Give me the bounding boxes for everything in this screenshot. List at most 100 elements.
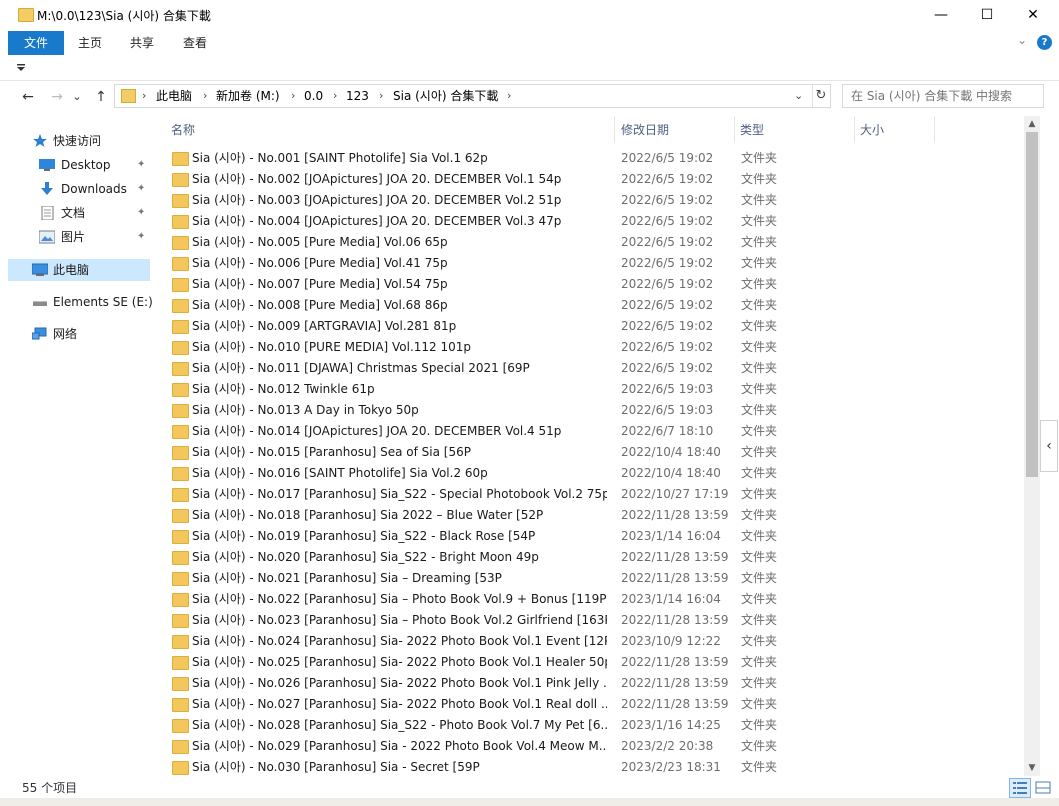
file-row[interactable]: Sia (시아) - No.010 [PURE MEDIA] Vol.112 1… (158, 337, 1024, 358)
forward-button[interactable]: → (46, 87, 68, 107)
refresh-button[interactable]: ↻ (812, 85, 829, 107)
file-row[interactable]: Sia (시아) - No.024 [Paranhosu] Sia- 2022 … (158, 631, 1024, 652)
file-row[interactable]: Sia (시아) - No.014 [JOApictures] JOA 20. … (158, 421, 1024, 442)
file-row[interactable]: Sia (시아) - No.006 [Pure Media] Vol.41 75… (158, 253, 1024, 274)
minimize-button[interactable]: — (918, 0, 964, 30)
file-name: Sia (시아) - No.002 [JOApictures] JOA 20. … (192, 172, 562, 186)
breadcrumb-separator[interactable]: › (379, 87, 383, 105)
sidebar-item-quick-access[interactable]: 快速访问 (0, 130, 150, 152)
file-row[interactable]: Sia (시아) - No.016 [SAINT Photolife] Sia … (158, 463, 1024, 484)
sidebar-item-downloads[interactable]: Downloads ✦ (0, 178, 150, 200)
customize-toolbar-icon[interactable] (16, 64, 26, 72)
file-row[interactable]: Sia (시아) - No.008 [Pure Media] Vol.68 86… (158, 295, 1024, 316)
file-type: 文件夹 (741, 193, 778, 207)
file-row[interactable]: Sia (시아) - No.001 [SAINT Photolife] Sia … (158, 148, 1024, 169)
scroll-down-arrow-icon[interactable]: ▼ (1024, 760, 1040, 776)
file-row[interactable]: Sia (시아) - No.027 [Paranhosu] Sia- 2022 … (158, 694, 1024, 715)
breadcrumb-separator[interactable]: › (507, 87, 511, 105)
help-icon[interactable]: ? (1037, 35, 1052, 50)
up-button[interactable]: ↑ (90, 87, 112, 107)
breadcrumb-folder-0-0[interactable]: 0.0 (304, 87, 323, 105)
file-date-modified: 2022/10/4 18:40 (621, 466, 721, 480)
file-row[interactable]: Sia (시아) - No.015 [Paranhosu] Sea of Sia… (158, 442, 1024, 463)
file-row[interactable]: Sia (시아) - No.013 A Day in Tokyo 50p 2022… (158, 400, 1024, 421)
tab-file[interactable]: 文件 (8, 31, 64, 55)
file-row[interactable]: Sia (시아) - No.004 [JOApictures] JOA 20. … (158, 211, 1024, 232)
sidebar-item-pictures[interactable]: 图片 ✦ (0, 226, 150, 248)
close-button[interactable]: ✕ (1010, 0, 1056, 30)
address-bar[interactable]: › 此电脑 › 新加卷 (M:) › 0.0 › 123 › Sia (시아) … (114, 84, 831, 108)
file-row[interactable]: Sia (시아) - No.005 [Pure Media] Vol.06 65… (158, 232, 1024, 253)
vertical-scrollbar[interactable]: ▲ ▼ (1024, 116, 1040, 776)
file-row[interactable]: Sia (시아) - No.009 [ARTGRAVIA] Vol.281 81… (158, 316, 1024, 337)
folder-icon (172, 425, 189, 439)
file-name: Sia (시아) - No.004 [JOApictures] JOA 20. … (192, 214, 562, 228)
column-divider[interactable] (614, 116, 615, 142)
file-row[interactable]: Sia (시아) - No.026 [Paranhosu] Sia- 2022 … (158, 673, 1024, 694)
preview-pane-toggle[interactable]: ‹ (1040, 420, 1058, 472)
breadcrumb-folder-123[interactable]: 123 (346, 87, 369, 105)
tab-home[interactable]: 主页 (68, 31, 112, 55)
breadcrumb-this-pc[interactable]: 此电脑 (156, 87, 192, 105)
folder-icon (172, 530, 189, 544)
tab-view[interactable]: 查看 (173, 31, 217, 55)
file-row[interactable]: Sia (시아) - No.030 [Paranhosu] Sia - Secr… (158, 757, 1024, 776)
sidebar-item-this-pc[interactable]: 此电脑 (8, 259, 150, 281)
sidebar-item-elements-drive[interactable]: Elements SE (E:) (0, 291, 153, 313)
large-icons-view-button[interactable] (1032, 778, 1054, 798)
sidebar-item-documents[interactable]: 文档 ✦ (0, 202, 150, 224)
breadcrumb-drive[interactable]: 新加卷 (M:) (216, 87, 280, 105)
breadcrumb-separator[interactable]: › (291, 87, 295, 105)
file-row[interactable]: Sia (시아) - No.011 [DJAWA] Christmas Spec… (158, 358, 1024, 379)
file-row[interactable]: Sia (시아) - No.029 [Paranhosu] Sia - 2022… (158, 736, 1024, 757)
address-dropdown-icon[interactable]: ⌄ (794, 87, 803, 105)
file-name: Sia (시아) - No.030 [Paranhosu] Sia - Secr… (192, 760, 480, 774)
file-row[interactable]: Sia (시아) - No.019 [Paranhosu] Sia_S22 - … (158, 526, 1024, 547)
breadcrumb-current-folder[interactable]: Sia (시아) 合集下載 (393, 87, 498, 105)
file-row[interactable]: Sia (시아) - No.028 [Paranhosu] Sia_S22 - … (158, 715, 1024, 736)
column-divider[interactable] (934, 116, 935, 142)
file-row[interactable]: Sia (시아) - No.022 [Paranhosu] Sia – Phot… (158, 589, 1024, 610)
search-input[interactable] (849, 87, 1043, 105)
file-type: 文件夹 (741, 403, 778, 417)
file-row[interactable]: Sia (시아) - No.021 [Paranhosu] Sia – Drea… (158, 568, 1024, 589)
scrollbar-thumb[interactable] (1026, 132, 1038, 477)
file-row[interactable]: Sia (시아) - No.002 [JOApictures] JOA 20. … (158, 169, 1024, 190)
tab-share[interactable]: 共享 (120, 31, 164, 55)
file-row[interactable]: Sia (시아) - No.007 [Pure Media] Vol.54 75… (158, 274, 1024, 295)
file-row[interactable]: Sia (시아) - No.023 [Paranhosu] Sia – Phot… (158, 610, 1024, 631)
file-row[interactable]: Sia (시아) - No.025 [Paranhosu] Sia- 2022 … (158, 652, 1024, 673)
back-button[interactable]: ← (17, 87, 39, 107)
column-header-size[interactable]: 大小 (860, 118, 930, 142)
file-row[interactable]: Sia (시아) - No.012 Twinkle 61p 2022/6/5 19… (158, 379, 1024, 400)
file-date-modified: 2022/6/5 19:02 (621, 193, 714, 207)
file-row[interactable]: Sia (시아) - No.003 [JOApictures] JOA 20. … (158, 190, 1024, 211)
search-box[interactable] (842, 84, 1044, 108)
recent-locations-button[interactable]: ⌄ (70, 87, 84, 107)
column-header-type[interactable]: 类型 (740, 118, 850, 142)
folder-icon (172, 194, 189, 208)
file-name: Sia (시아) - No.024 [Paranhosu] Sia- 2022 … (192, 634, 607, 648)
file-row[interactable]: Sia (시아) - No.017 [Paranhosu] Sia_S22 - … (158, 484, 1024, 505)
folder-icon (172, 236, 189, 250)
column-header-name[interactable]: 名称 (171, 118, 611, 142)
sidebar-item-desktop[interactable]: Desktop ✦ (0, 154, 150, 176)
file-row[interactable]: Sia (시아) - No.018 [Paranhosu] Sia 2022 –… (158, 505, 1024, 526)
maximize-button[interactable]: ☐ (964, 0, 1010, 30)
column-divider[interactable] (734, 116, 735, 142)
document-icon (41, 206, 54, 220)
breadcrumb-separator[interactable]: › (333, 87, 337, 105)
sidebar-item-network[interactable]: 网络 (0, 323, 150, 345)
file-date-modified: 2023/10/9 12:22 (621, 634, 721, 648)
file-date-modified: 2022/6/5 19:02 (621, 298, 714, 312)
column-header-date[interactable]: 修改日期 (621, 118, 731, 142)
scroll-up-arrow-icon[interactable]: ▲ (1024, 116, 1040, 132)
breadcrumb-separator[interactable]: › (142, 87, 146, 105)
details-view-button[interactable] (1009, 778, 1031, 798)
breadcrumb-separator[interactable]: › (203, 87, 207, 105)
ribbon-expand-icon[interactable]: ⌄ (1014, 33, 1030, 51)
file-row[interactable]: Sia (시아) - No.020 [Paranhosu] Sia_S22 - … (158, 547, 1024, 568)
folder-icon (172, 614, 189, 628)
column-divider[interactable] (854, 116, 855, 142)
folder-icon (172, 677, 189, 691)
